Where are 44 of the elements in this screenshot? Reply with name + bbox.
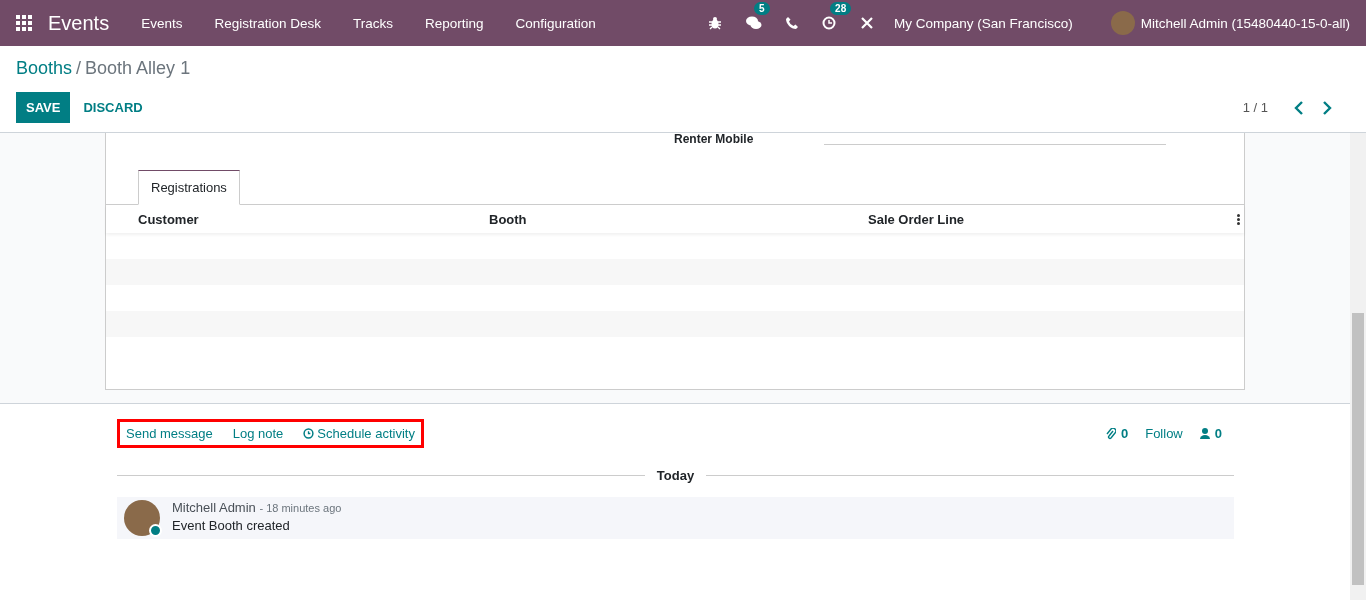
chat-icon[interactable]	[746, 16, 763, 30]
discard-button[interactable]: DISCARD	[73, 92, 153, 123]
field-label: Renter Mobile	[674, 133, 755, 145]
pager-counter: 1 / 1	[1242, 100, 1268, 115]
next-icon[interactable]	[1322, 100, 1332, 115]
menu-item[interactable]: Tracks	[337, 15, 409, 31]
menu-item[interactable]: Registration Desk	[198, 15, 337, 31]
tab[interactable]: Registrations	[138, 170, 240, 205]
phone-icon[interactable]	[786, 17, 799, 29]
column-header[interactable]: Sale Order Line	[868, 211, 1237, 227]
clock-icon[interactable]	[822, 16, 837, 30]
message-author: Mitchell Admin	[172, 500, 256, 515]
follow-button[interactable]: Follow	[1145, 426, 1183, 441]
app-name[interactable]: Events	[48, 11, 110, 35]
person-icon[interactable]	[1199, 428, 1210, 439]
date-separator: Today	[656, 468, 695, 483]
save-button[interactable]: SAVE	[16, 92, 71, 123]
author-avatar	[124, 500, 160, 536]
attachment-count[interactable]: 0	[1120, 426, 1129, 441]
breadcrumb-current: Booth Alley 1	[85, 58, 191, 78]
more-options-icon[interactable]	[1237, 213, 1240, 225]
follower-count[interactable]: 0	[1214, 426, 1222, 441]
app-grid-icon[interactable]	[16, 15, 32, 31]
chatter-action[interactable]: Log note	[232, 426, 284, 441]
menu-item[interactable]: Reporting	[409, 15, 500, 31]
paperclip-icon[interactable]	[1105, 427, 1116, 440]
chatter-action[interactable]: Schedule activity	[303, 426, 415, 441]
message-body: Event Booth created	[172, 518, 291, 533]
breadcrumb-separator: /	[76, 58, 82, 78]
breadcrumb-link[interactable]: Booths	[16, 58, 73, 78]
menu-item[interactable]: Configuration	[499, 15, 612, 31]
scrollbar[interactable]	[1350, 133, 1366, 600]
user-menu[interactable]: Mitchell Admin (15480440-15-0-all)	[1140, 15, 1350, 31]
menu-item[interactable]: Events	[125, 15, 199, 31]
counter-badge: 5	[754, 2, 770, 15]
column-header[interactable]: Booth	[489, 211, 868, 227]
message-time: - 18 minutes ago	[259, 502, 342, 514]
counter-badge: 28	[830, 2, 852, 15]
company-switcher[interactable]: My Company (San Francisco)	[894, 15, 1073, 31]
previous-icon[interactable]	[1294, 100, 1304, 115]
bug-icon[interactable]	[708, 16, 723, 30]
chatter-action[interactable]: Send message	[126, 426, 213, 441]
column-header[interactable]: Customer	[138, 211, 489, 227]
clock-icon	[303, 428, 315, 439]
